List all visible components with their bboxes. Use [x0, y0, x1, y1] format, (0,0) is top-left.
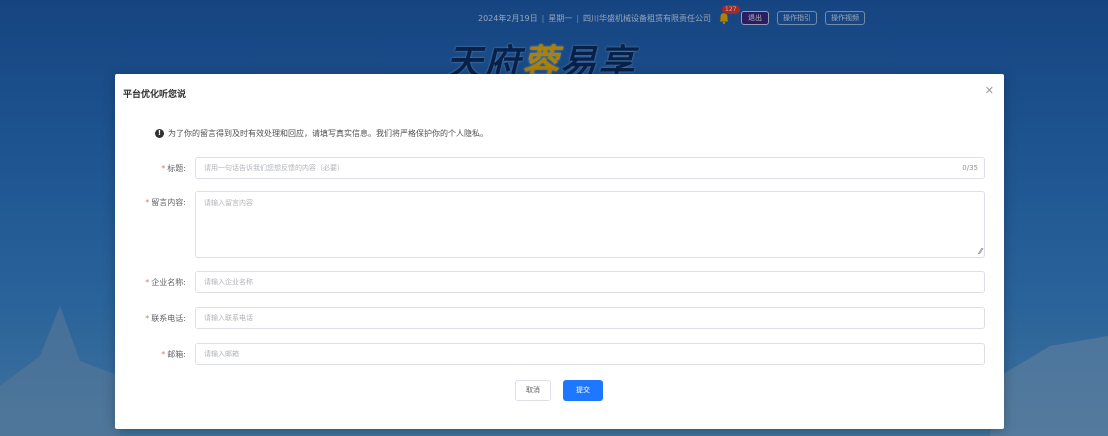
field-label-phone: * 联系电话: — [145, 314, 186, 323]
field-label-company: * 企业名称: — [145, 278, 186, 287]
resize-handle-icon[interactable]: ⁄⁄ — [979, 247, 982, 256]
email-input[interactable]: 请输入邮箱 — [195, 343, 985, 365]
field-label-title: * 标题: — [161, 164, 186, 173]
feedback-dialog: 平台优化听您说 ✕ ! 为了你的留言得到及时有效处理和回应，请填写真实信息。我们… — [115, 74, 1004, 429]
field-label-email: * 邮箱: — [161, 350, 186, 359]
dialog-actions: 取消 提交 — [515, 380, 603, 401]
submit-button[interactable]: 提交 — [563, 380, 603, 401]
content-textarea[interactable]: 请输入留言内容 ⁄⁄ — [195, 191, 985, 258]
close-icon[interactable]: ✕ — [985, 84, 994, 97]
notice-text: 为了你的留言得到及时有效处理和回应，请填写真实信息。我们将严格保护你的个人隐私。 — [168, 129, 488, 138]
dialog-title: 平台优化听您说 — [123, 90, 187, 100]
company-input[interactable]: 请输入企业名称 — [195, 271, 985, 293]
cancel-button[interactable]: 取消 — [515, 380, 551, 401]
title-input[interactable]: 请用一句话告诉我们您想反馈的内容（必要） 0/35 — [195, 157, 985, 179]
field-label-content: * 留言内容: — [145, 198, 186, 207]
privacy-notice: ! 为了你的留言得到及时有效处理和回应，请填写真实信息。我们将严格保护你的个人隐… — [155, 128, 488, 139]
char-counter: 0/35 — [962, 164, 978, 172]
phone-input[interactable]: 请输入联系电话 — [195, 307, 985, 329]
info-icon: ! — [155, 129, 164, 138]
